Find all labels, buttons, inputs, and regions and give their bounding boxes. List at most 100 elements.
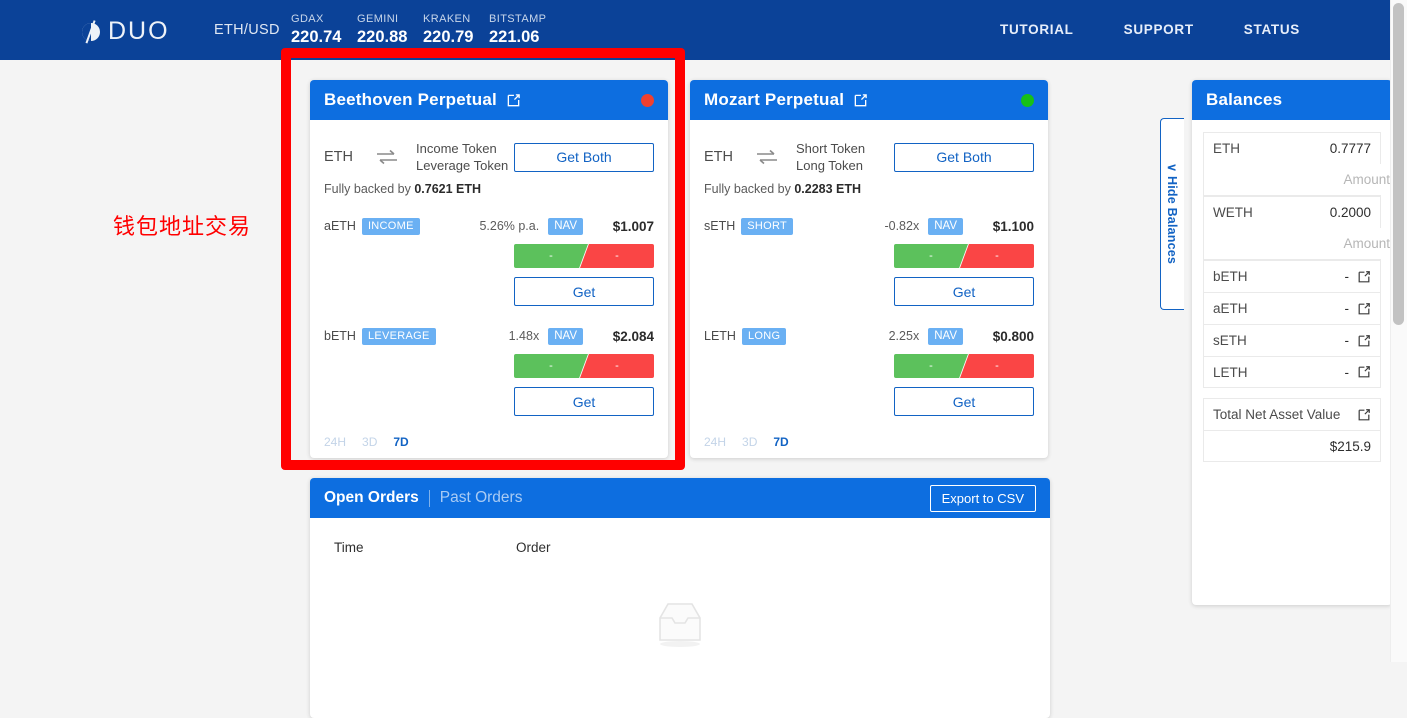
page-scrollbar[interactable] xyxy=(1390,0,1407,662)
token-type-tag: LEVERAGE xyxy=(361,327,436,345)
external-link-icon[interactable] xyxy=(853,93,868,108)
balance-row-beth: bETH - xyxy=(1203,260,1381,292)
token-type-tag: SHORT xyxy=(741,217,794,235)
total-nav-label: Total Net Asset Value xyxy=(1213,407,1341,422)
tab-open-orders[interactable]: Open Orders xyxy=(324,489,419,507)
balance-value: - xyxy=(1344,333,1350,348)
get-button[interactable]: Get xyxy=(894,387,1034,416)
exchange-name: BITSTAMP xyxy=(489,13,547,25)
external-link-icon[interactable] xyxy=(1357,302,1371,316)
external-link-icon[interactable] xyxy=(1357,334,1371,348)
range-24h[interactable]: 24H xyxy=(704,435,726,449)
token-line-1: Income Token xyxy=(416,141,497,156)
ask-value: - xyxy=(580,244,654,268)
exchange-price: 220.74 xyxy=(291,28,342,46)
range-3d[interactable]: 3D xyxy=(742,435,757,449)
external-link-icon[interactable] xyxy=(506,93,521,108)
swap-arrows-icon xyxy=(372,149,402,166)
hide-balances-tab[interactable]: ∨ Hide Balances xyxy=(1160,118,1184,310)
token-type-tag: INCOME xyxy=(361,217,420,235)
token-nav-price: $1.100 xyxy=(992,218,1034,234)
get-both-button[interactable]: Get Both xyxy=(894,142,1034,172)
exchange-kraken: KRAKEN 220.79 xyxy=(423,12,489,48)
empty-inbox-icon xyxy=(648,596,712,657)
exchange-price-ticker: GDAX 220.74 GEMINI 220.88 KRAKEN 220.79 … xyxy=(291,12,555,48)
external-link-icon[interactable] xyxy=(1357,270,1371,284)
swap-row: ETH Income Token Leverage Token Get Both xyxy=(324,134,654,180)
status-indicator-dot xyxy=(1021,93,1034,107)
balance-row-weth: WETH 0.2000 xyxy=(1203,196,1381,228)
exchange-price: 221.06 xyxy=(489,28,540,46)
backed-prefix: Fully backed by xyxy=(324,182,411,196)
fully-backed-text: Fully backed by 0.7621 ETH xyxy=(324,182,654,196)
unwrap-amount-input[interactable] xyxy=(1204,228,1392,259)
nav-tag: NAV xyxy=(928,327,963,345)
balance-value: 0.2000 xyxy=(1329,205,1371,220)
duo-logo[interactable]: DUO xyxy=(78,17,170,46)
balances-panel: Balances ETH 0.7777 Wrap WETH 0.2000 Unw… xyxy=(1192,80,1392,605)
export-csv-button[interactable]: Export to CSV xyxy=(929,484,1036,512)
range-3d[interactable]: 3D xyxy=(362,435,377,449)
token-type-tag: LONG xyxy=(741,327,787,345)
get-both-button[interactable]: Get Both xyxy=(514,142,654,172)
time-range-selector: 24H 3D 7D xyxy=(324,435,409,449)
nav-link-status[interactable]: STATUS xyxy=(1244,22,1300,37)
wrap-amount-input[interactable] xyxy=(1204,164,1392,195)
token-rate: -0.82x xyxy=(884,219,920,233)
get-button[interactable]: Get xyxy=(894,277,1034,306)
token-nav-price: $0.800 xyxy=(992,328,1034,344)
total-nav-label-row: Total Net Asset Value xyxy=(1203,398,1381,430)
swap-arrows-icon xyxy=(752,149,782,166)
token-line-2: Long Token xyxy=(796,158,863,173)
get-button[interactable]: Get xyxy=(514,387,654,416)
backed-value: 0.2283 ETH xyxy=(794,182,862,196)
token-symbol: sETH xyxy=(704,219,736,233)
token-line-2: Leverage Token xyxy=(416,158,509,173)
scrollbar-thumb[interactable] xyxy=(1393,3,1404,325)
balance-row-eth: ETH 0.7777 xyxy=(1203,132,1381,164)
fully-backed-text: Fully backed by 0.2283 ETH xyxy=(704,182,1034,196)
primary-nav-links: TUTORIAL SUPPORT STATUS xyxy=(1000,22,1300,37)
balance-label: sETH xyxy=(1213,333,1247,348)
token-pair-labels: Short Token Long Token xyxy=(782,140,894,174)
duo-logo-icon xyxy=(78,19,104,45)
swap-row: ETH Short Token Long Token Get Both xyxy=(704,134,1034,180)
exchange-name: GEMINI xyxy=(357,13,399,25)
base-asset-label: ETH xyxy=(324,149,353,165)
bid-ask-bar[interactable]: - - xyxy=(894,354,1034,378)
time-range-selector: 24H 3D 7D xyxy=(704,435,789,449)
range-24h[interactable]: 24H xyxy=(324,435,346,449)
balance-row-seth: sETH - xyxy=(1203,324,1381,356)
total-nav-value: $215.9 xyxy=(1203,430,1381,462)
balance-value: - xyxy=(1344,364,1350,380)
range-7d[interactable]: 7D xyxy=(773,435,788,449)
exchange-gemini: GEMINI 220.88 xyxy=(357,12,423,48)
nav-tag: NAV xyxy=(548,327,583,345)
bid-ask-bar[interactable]: - - xyxy=(894,244,1034,268)
backed-prefix: Fully backed by xyxy=(704,182,791,196)
card-body: ETH Short Token Long Token Get Both Full… xyxy=(690,120,1048,416)
annotation-text: 钱包地址交易 xyxy=(113,214,252,239)
nav-tag: NAV xyxy=(548,217,583,235)
external-link-icon[interactable] xyxy=(1357,365,1371,379)
balance-row-aeth: aETH - xyxy=(1203,292,1381,324)
balance-label: LETH xyxy=(1213,364,1248,380)
nav-link-tutorial[interactable]: TUTORIAL xyxy=(1000,22,1074,37)
card-title: Mozart Perpetual xyxy=(704,90,845,109)
exchange-gdax: GDAX 220.74 xyxy=(291,12,357,48)
orders-panel: Open Orders Past Orders Export to CSV Ti… xyxy=(310,478,1050,718)
orders-column-headers: Time Order xyxy=(310,518,1050,555)
balance-value: - xyxy=(1344,301,1350,316)
tab-past-orders[interactable]: Past Orders xyxy=(440,489,523,507)
base-asset-label: ETH xyxy=(704,149,733,165)
bid-ask-bar[interactable]: - - xyxy=(514,244,654,268)
range-7d[interactable]: 7D xyxy=(393,435,408,449)
get-button[interactable]: Get xyxy=(514,277,654,306)
exchange-name: GDAX xyxy=(291,13,324,25)
nav-link-support[interactable]: SUPPORT xyxy=(1124,22,1194,37)
balances-list: ETH 0.7777 Wrap WETH 0.2000 Unwrap bETH … xyxy=(1192,120,1392,462)
bid-value: - xyxy=(514,244,588,268)
token-symbol: LETH xyxy=(704,329,736,343)
external-link-icon[interactable] xyxy=(1357,408,1371,422)
bid-ask-bar[interactable]: - - xyxy=(514,354,654,378)
